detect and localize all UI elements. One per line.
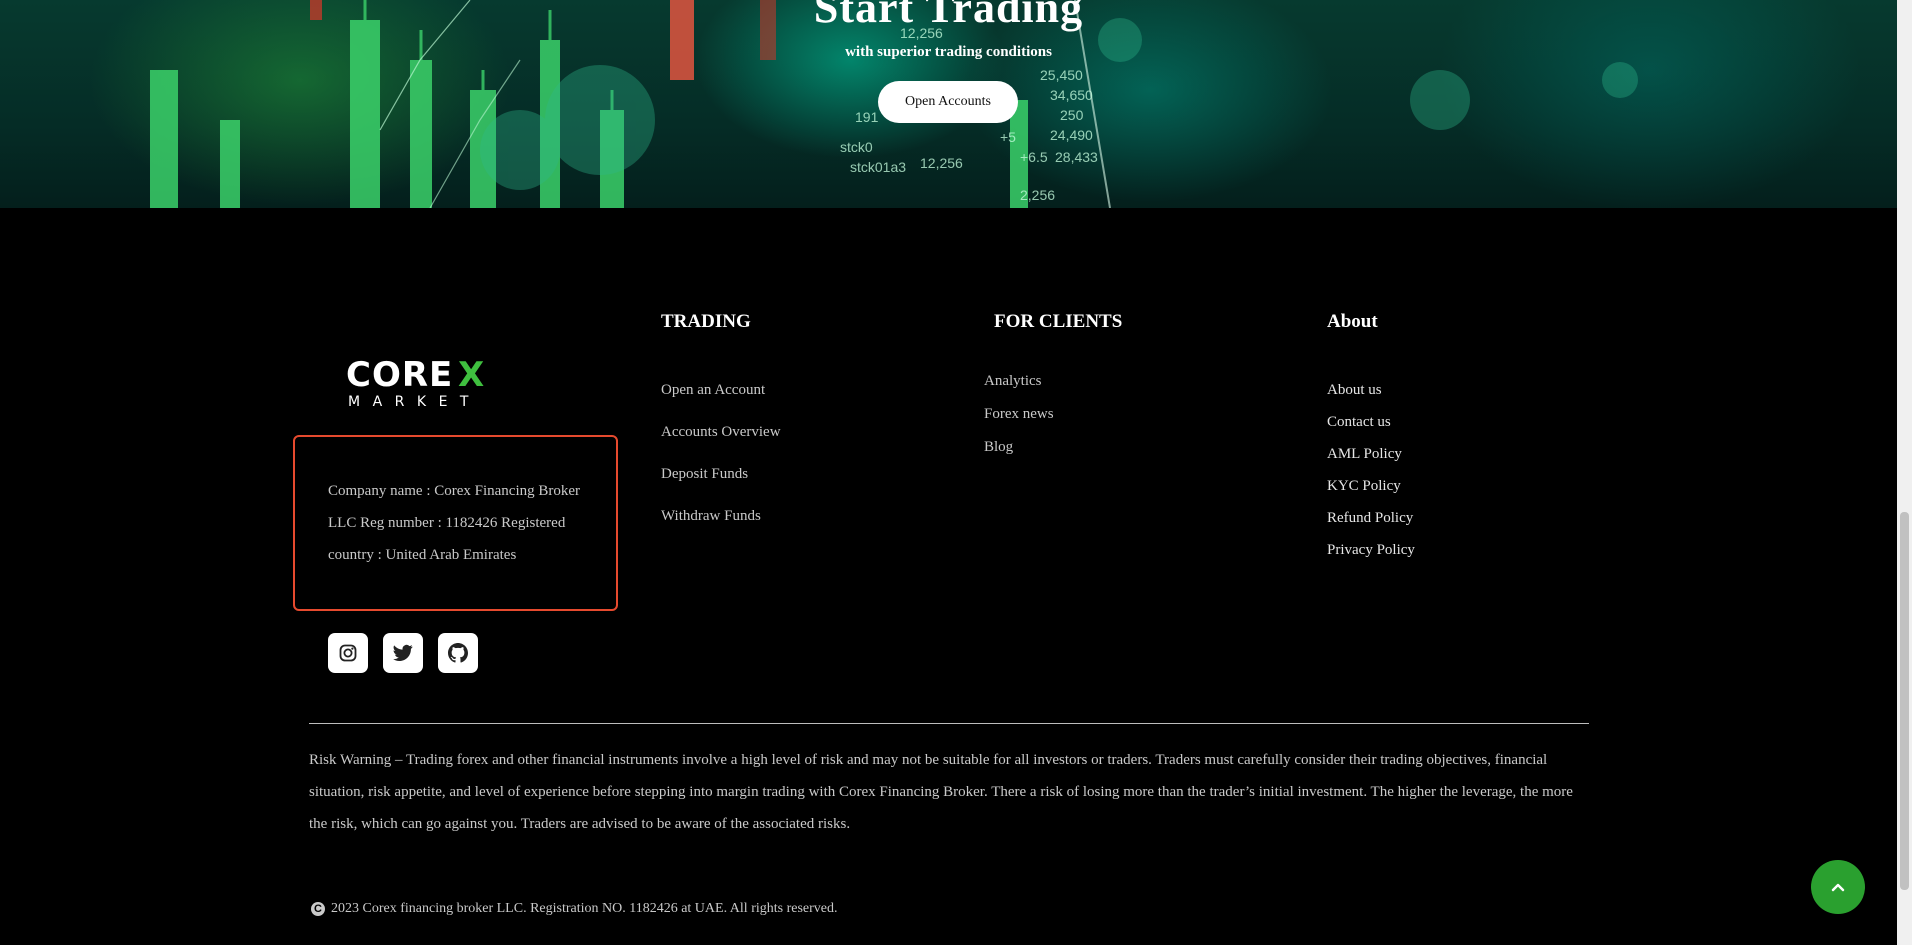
- hero-banner: 12,256 25,450 34,650 250 24,490 28,433 2…: [0, 0, 1897, 208]
- link-withdraw-funds[interactable]: Withdraw Funds: [661, 508, 761, 525]
- about-column-title: About: [1327, 311, 1378, 332]
- svg-text:+5: +5: [1000, 129, 1016, 145]
- scroll-to-top-button[interactable]: [1811, 860, 1865, 914]
- link-about-us[interactable]: About us: [1327, 382, 1382, 399]
- twitter-icon: [393, 644, 413, 661]
- link-contact-us[interactable]: Contact us: [1327, 414, 1391, 431]
- instagram-button[interactable]: [328, 633, 368, 673]
- svg-text:CORE: CORE: [346, 356, 453, 395]
- svg-text:250: 250: [1060, 107, 1084, 123]
- instagram-icon: [339, 644, 357, 662]
- svg-text:2,256: 2,256: [1020, 187, 1055, 203]
- link-kyc-policy[interactable]: KYC Policy: [1327, 478, 1401, 495]
- svg-text:34,650: 34,650: [1050, 87, 1093, 103]
- github-button[interactable]: [438, 633, 478, 673]
- link-privacy-policy[interactable]: Privacy Policy: [1327, 542, 1415, 559]
- svg-text:stck0: stck0: [840, 139, 873, 155]
- link-open-an-account[interactable]: Open an Account: [661, 382, 765, 399]
- link-deposit-funds[interactable]: Deposit Funds: [661, 466, 748, 483]
- svg-text:25,450: 25,450: [1040, 67, 1083, 83]
- github-icon: [448, 643, 468, 663]
- chevron-up-icon: [1831, 883, 1845, 892]
- svg-text:stck01a3: stck01a3: [850, 159, 906, 175]
- link-refund-policy[interactable]: Refund Policy: [1327, 510, 1413, 527]
- svg-text:+6.5: +6.5: [1020, 149, 1048, 165]
- svg-text:24,490: 24,490: [1050, 127, 1093, 143]
- link-analytics[interactable]: Analytics: [984, 373, 1042, 390]
- corex-market-logo[interactable]: CORE X MARKET: [346, 355, 496, 410]
- svg-text:12,256: 12,256: [920, 155, 963, 171]
- link-aml-policy[interactable]: AML Policy: [1327, 446, 1402, 463]
- risk-warning-text: Risk Warning – Trading forex and other f…: [309, 752, 1573, 832]
- svg-text:191: 191: [855, 109, 879, 125]
- svg-text:28,433: 28,433: [1055, 149, 1098, 165]
- link-accounts-overview[interactable]: Accounts Overview: [661, 424, 781, 441]
- copyright: C 2023 Corex financing broker LLC. Regis…: [311, 901, 838, 917]
- twitter-button[interactable]: [383, 633, 423, 673]
- svg-text:X: X: [458, 356, 484, 395]
- copyright-text: 2023 Corex financing broker LLC. Registr…: [331, 901, 838, 916]
- for-clients-column-title: FOR CLIENTS: [994, 311, 1123, 332]
- copyright-icon: C: [311, 902, 325, 916]
- svg-text:MARKET: MARKET: [348, 394, 481, 408]
- scrollbar-thumb[interactable]: [1900, 512, 1909, 890]
- trading-column-title: TRADING: [661, 311, 751, 332]
- company-info-text: Company name : Corex Financing Broker LL…: [328, 483, 581, 563]
- link-blog[interactable]: Blog: [984, 439, 1013, 456]
- footer-divider: [309, 723, 1589, 724]
- open-accounts-button[interactable]: Open Accounts: [878, 81, 1018, 123]
- hero-title: Start Trading: [813, 0, 1084, 32]
- hero-subtitle: with superior trading conditions: [845, 44, 1052, 60]
- link-forex-news[interactable]: Forex news: [984, 406, 1054, 423]
